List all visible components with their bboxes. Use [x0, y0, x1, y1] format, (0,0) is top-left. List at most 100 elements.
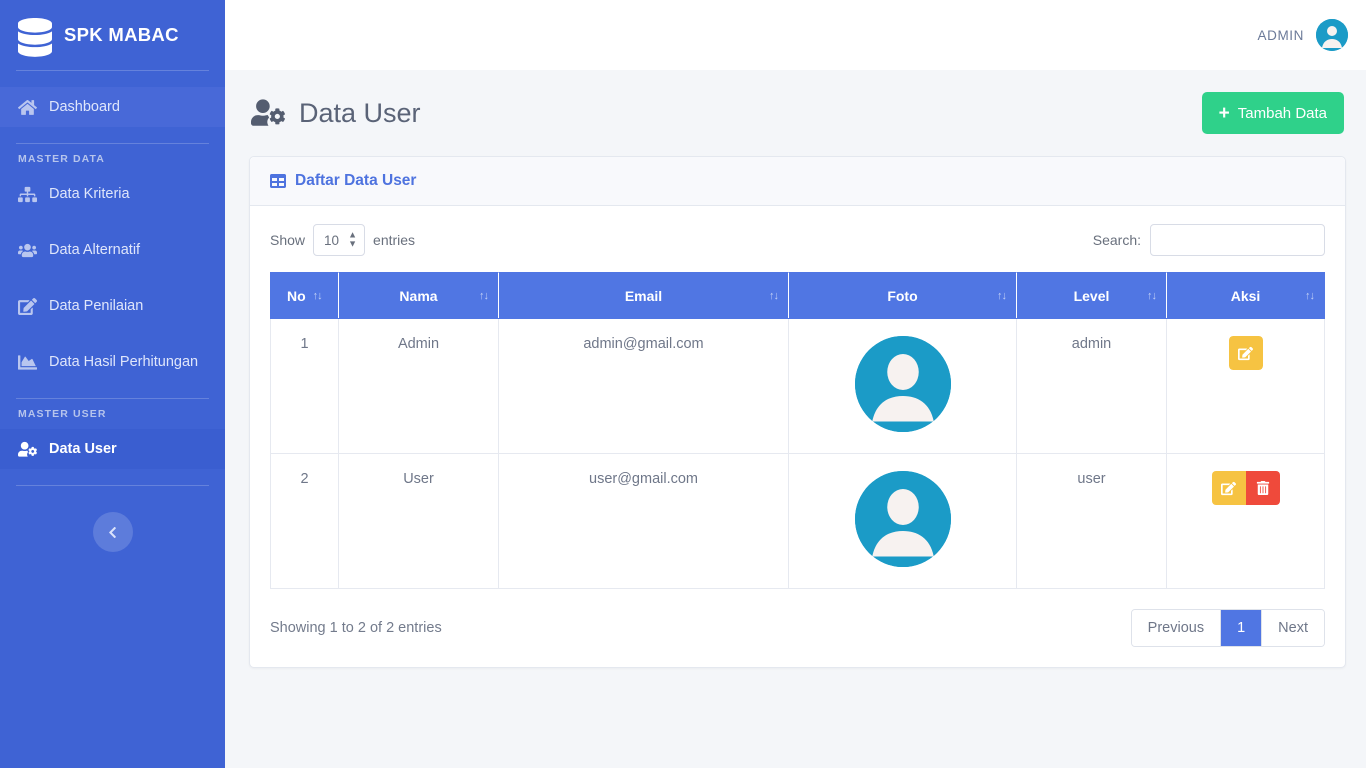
- sidebar-item-dashboard[interactable]: Dashboard: [0, 87, 225, 127]
- content-area: Data User + Tambah Data Daftar Data User: [225, 70, 1366, 768]
- cell-foto: [788, 318, 1017, 454]
- app-root: SPK MABAC Dashboard MASTER DATA Data Kri…: [0, 0, 1366, 768]
- users-cog-icon: [18, 440, 37, 459]
- pagination-next[interactable]: Next: [1262, 610, 1324, 646]
- edit-button[interactable]: [1211, 471, 1246, 505]
- home-icon: [18, 98, 37, 117]
- cell-aksi: [1166, 318, 1325, 454]
- pagination-previous[interactable]: Previous: [1131, 610, 1222, 646]
- datatable-controls: Show 10 ▲ ▼ entries Search:: [270, 224, 1325, 256]
- length-select-wrap: 10 ▲ ▼: [313, 224, 366, 256]
- column-header-aksi[interactable]: Aksi ↑↓: [1166, 272, 1325, 319]
- edit-square-icon: [18, 297, 37, 316]
- sort-icon: ↑↓: [479, 289, 489, 302]
- table-info: Showing 1 to 2 of 2 entries: [270, 620, 442, 636]
- column-header-level[interactable]: Level ↑↓: [1016, 272, 1167, 319]
- card-body: Show 10 ▲ ▼ entries Search: No ↑↓ Nama ↑…: [250, 206, 1345, 667]
- column-header-nama[interactable]: Nama ↑↓: [338, 272, 499, 319]
- sidebar-item-label: Data Penilaian: [49, 298, 144, 314]
- sort-icon: ↑↓: [312, 289, 323, 302]
- card-header-label: Daftar Data User: [295, 172, 417, 189]
- sort-icon: ↑↓: [1147, 289, 1157, 302]
- search-input[interactable]: [1150, 224, 1325, 256]
- cell-no: 1: [270, 318, 339, 454]
- sort-icon: ↑↓: [997, 289, 1007, 302]
- cell-nama: User: [338, 453, 499, 589]
- user-avatar: [854, 336, 951, 432]
- column-header-label: Level: [1073, 287, 1110, 304]
- sidebar-heading-master-data: MASTER DATA: [18, 153, 105, 165]
- search-label: Search:: [1092, 232, 1141, 248]
- main-area: ADMIN Data User + Tambah Data Daftar Dat…: [225, 0, 1366, 768]
- topbar-user-menu[interactable]: ADMIN: [1257, 19, 1348, 51]
- cell-no: 2: [270, 453, 339, 589]
- table-row: 1 Admin admin@gmail.com admin: [270, 318, 1325, 454]
- sidebar-item-data-user[interactable]: Data User: [0, 429, 225, 469]
- column-header-label: No: [287, 287, 306, 304]
- sidebar-item-data-penilaian[interactable]: Data Penilaian: [0, 286, 225, 326]
- add-data-label: Tambah Data: [1237, 104, 1327, 122]
- column-header-foto[interactable]: Foto ↑↓: [788, 272, 1017, 319]
- data-user-table: No ↑↓ Nama ↑↓ Email ↑↓ Foto ↑↓ Level ↑↓ …: [270, 272, 1325, 589]
- edit-square-icon: [1238, 346, 1253, 361]
- table-icon: [270, 173, 286, 189]
- table-body: 1 Admin admin@gmail.com admin 2 User use…: [270, 318, 1325, 589]
- column-header-label: Nama: [399, 287, 438, 304]
- column-header-label: Foto: [887, 287, 918, 304]
- page-title: Data User: [251, 98, 421, 129]
- database-icon: [18, 18, 52, 57]
- column-header-label: Aksi: [1230, 287, 1261, 304]
- sidebar-item-data-alternatif[interactable]: Data Alternatif: [0, 230, 225, 270]
- cell-level: user: [1016, 453, 1167, 589]
- datatable-footer: Showing 1 to 2 of 2 entries Previous 1 N…: [270, 609, 1325, 647]
- topbar-username: ADMIN: [1257, 27, 1304, 43]
- topbar: ADMIN: [225, 0, 1366, 70]
- add-data-button[interactable]: + Tambah Data: [1201, 92, 1344, 134]
- edit-square-icon: [1221, 481, 1236, 496]
- cell-nama: Admin: [338, 318, 499, 454]
- column-header-no[interactable]: No ↑↓: [270, 272, 339, 319]
- sidebar-brand[interactable]: SPK MABAC: [0, 0, 225, 70]
- page-title-text: Data User: [299, 97, 421, 128]
- sort-icon: ↑↓: [1305, 289, 1315, 302]
- action-group: [1211, 471, 1280, 505]
- length-control: Show 10 ▲ ▼ entries: [270, 224, 415, 256]
- data-user-card: Daftar Data User Show 10 ▲ ▼ entries Sea…: [249, 156, 1346, 668]
- users-cog-icon: [251, 98, 285, 128]
- delete-button[interactable]: [1245, 471, 1280, 505]
- pagination: Previous 1 Next: [1130, 609, 1325, 647]
- sort-icon: ↑↓: [769, 289, 779, 302]
- pagination-page-1[interactable]: 1: [1221, 610, 1263, 646]
- card-header: Daftar Data User: [250, 157, 1345, 206]
- users-icon: [18, 241, 37, 260]
- cell-email: user@gmail.com: [498, 453, 789, 589]
- plus-icon: +: [1218, 102, 1230, 124]
- user-avatar: [854, 471, 951, 567]
- length-label-before: Show: [270, 232, 306, 248]
- action-group: [1228, 336, 1263, 370]
- trash-icon: [1256, 481, 1270, 495]
- sidebar-item-data-kriteria[interactable]: Data Kriteria: [0, 174, 225, 214]
- edit-button[interactable]: [1228, 336, 1263, 370]
- sidebar-toggle-button[interactable]: [92, 512, 133, 552]
- length-label-after: entries: [373, 232, 416, 248]
- sidebar-collapse-wrap: [0, 486, 225, 552]
- entries-select[interactable]: 10: [313, 224, 366, 256]
- column-header-label: Email: [624, 287, 663, 304]
- chart-area-icon: [18, 353, 37, 372]
- sitemap-icon: [18, 185, 37, 204]
- search-control: Search:: [1093, 224, 1325, 256]
- cell-level: admin: [1016, 318, 1167, 454]
- chevron-left-icon: [106, 526, 119, 539]
- sidebar-item-label: Data Hasil Perhitungan: [49, 354, 199, 370]
- sidebar-heading-master-user: MASTER USER: [18, 408, 107, 420]
- column-header-email[interactable]: Email ↑↓: [498, 272, 789, 319]
- table-header-row: No ↑↓ Nama ↑↓ Email ↑↓ Foto ↑↓ Level ↑↓ …: [270, 272, 1325, 319]
- sidebar-item-data-hasil-perhitungan[interactable]: Data Hasil Perhitungan: [0, 342, 225, 382]
- sidebar-item-label: Dashboard: [49, 99, 120, 115]
